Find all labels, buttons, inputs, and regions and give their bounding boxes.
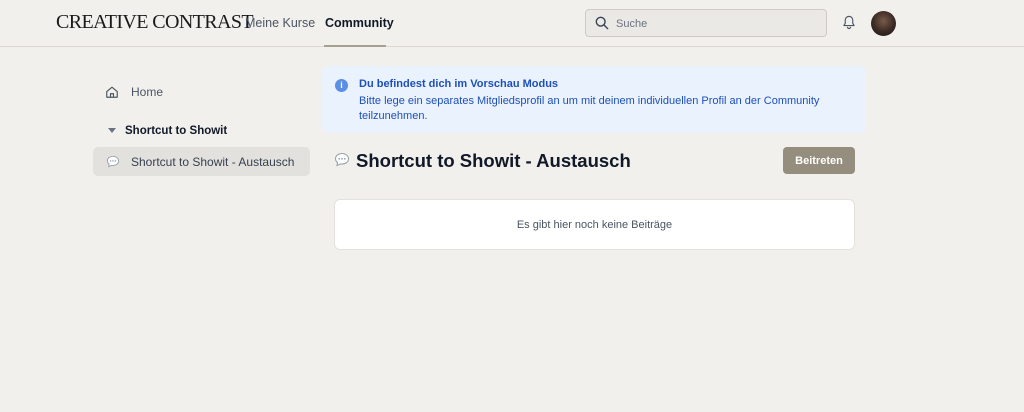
page-title: Shortcut to Showit - Austausch bbox=[356, 150, 631, 171]
sidebar-group-shortcut-to-showit[interactable]: Shortcut to Showit bbox=[93, 120, 310, 142]
notice-title: Du befindest dich im Vorschau Modus bbox=[359, 78, 559, 90]
bell-icon[interactable] bbox=[842, 15, 856, 30]
triangle-down-icon bbox=[108, 128, 116, 133]
notice-body: Bitte lege ein separates Mitgliedsprofil… bbox=[359, 95, 820, 122]
preview-mode-notice: i Du befindest dich im Vorschau Modus Bi… bbox=[322, 66, 866, 133]
active-nav-indicator bbox=[324, 45, 386, 47]
search-box[interactable] bbox=[585, 9, 827, 37]
info-icon: i bbox=[335, 79, 348, 92]
search-icon bbox=[595, 16, 609, 30]
home-icon bbox=[106, 86, 118, 98]
nav-community[interactable]: Community bbox=[325, 16, 394, 30]
posts-empty-state: Es gibt hier noch keine Beiträge bbox=[334, 199, 855, 250]
sidebar-item-austausch[interactable]: Shortcut to Showit - Austausch bbox=[93, 147, 310, 176]
search-input[interactable] bbox=[616, 14, 816, 34]
user-avatar[interactable] bbox=[871, 11, 896, 36]
sidebar-item-home[interactable]: Home bbox=[93, 79, 310, 105]
sidebar-group-label: Shortcut to Showit bbox=[125, 125, 228, 137]
chat-bubble-icon bbox=[334, 152, 350, 167]
sidebar-item-label: Shortcut to Showit - Austausch bbox=[131, 155, 295, 169]
brand-logo[interactable]: CREATIVE CONTRAST bbox=[56, 11, 254, 34]
chat-bubble-icon bbox=[106, 155, 120, 168]
nav-my-courses[interactable]: Meine Kurse bbox=[245, 16, 315, 30]
sidebar-item-label: Home bbox=[131, 85, 164, 99]
join-button[interactable]: Beitreten bbox=[783, 147, 855, 174]
top-header: CREATIVE CONTRAST Meine Kurse Community bbox=[0, 0, 1024, 47]
empty-message: Es gibt hier noch keine Beiträge bbox=[516, 219, 673, 231]
